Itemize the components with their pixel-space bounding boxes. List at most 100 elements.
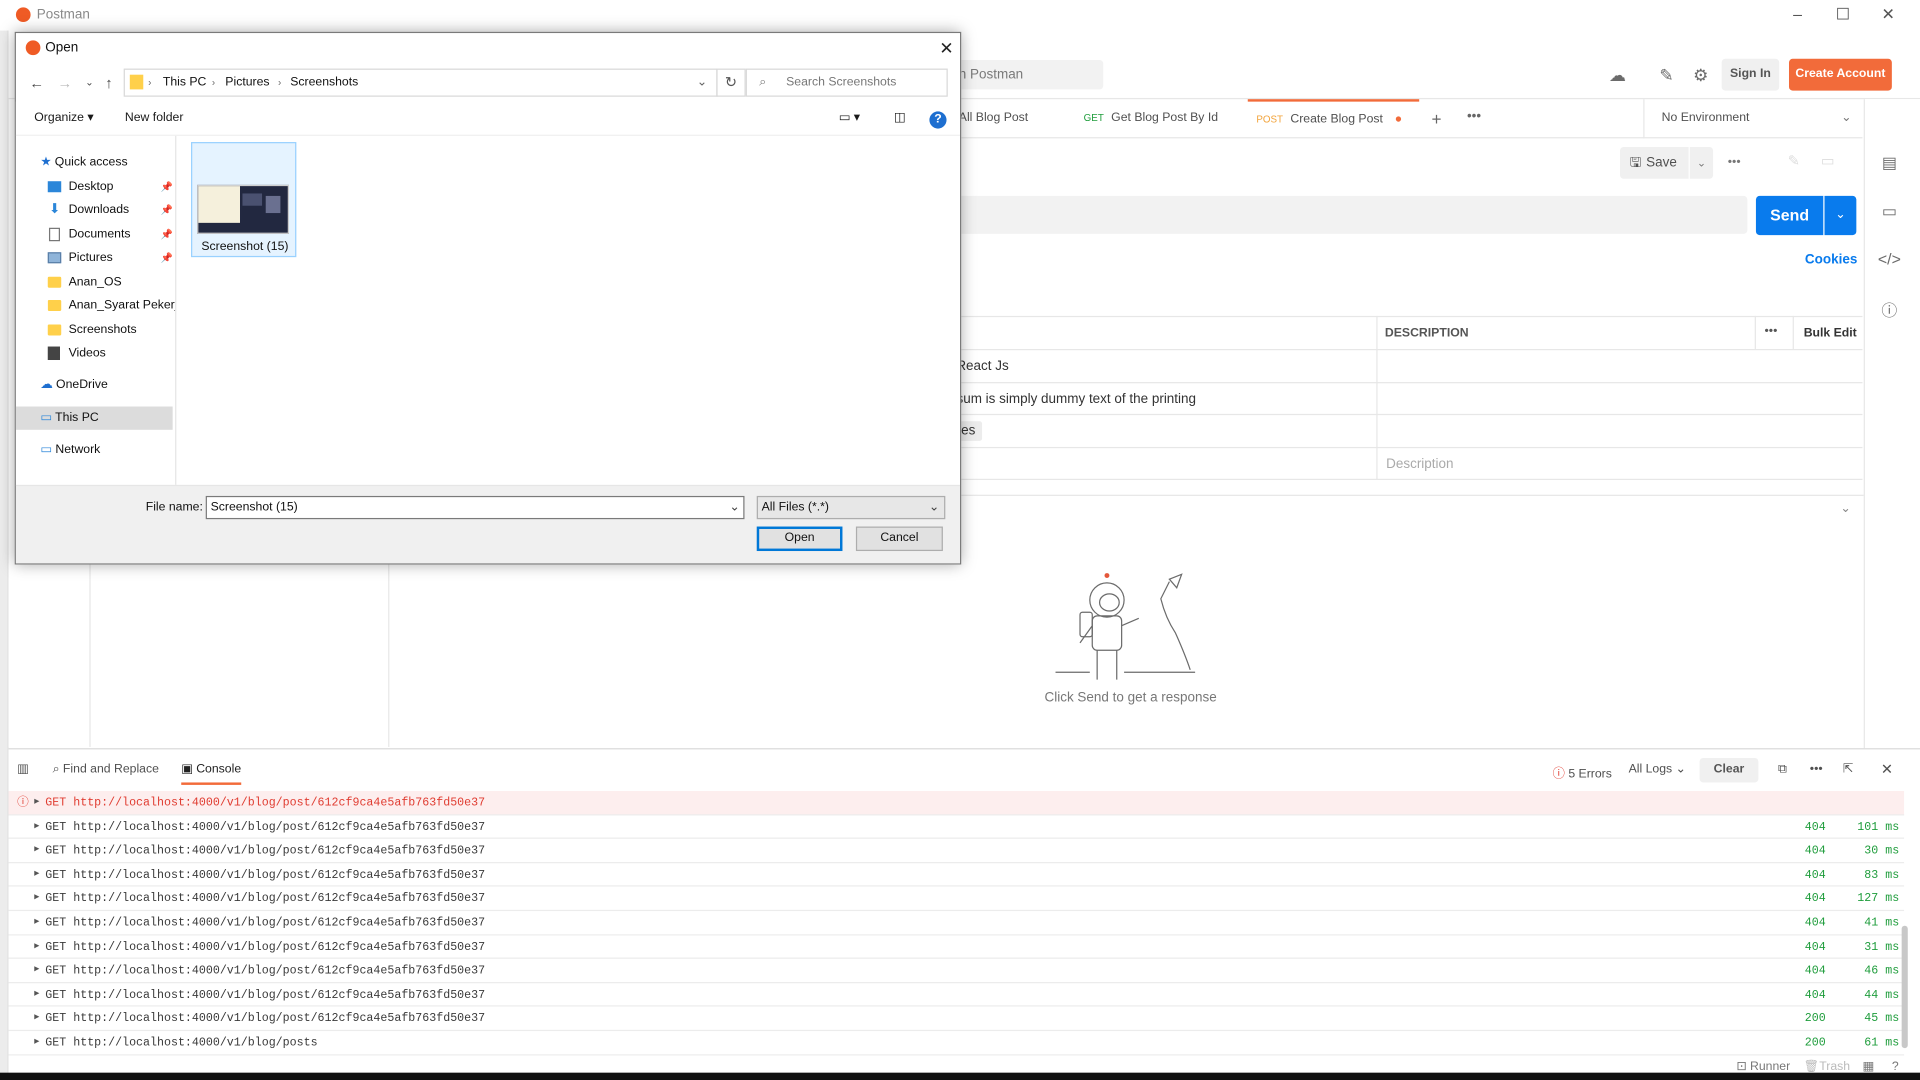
sign-in-button[interactable]: Sign In xyxy=(1721,58,1780,91)
nav-screenshots[interactable]: Screenshots xyxy=(47,318,137,341)
open-button[interactable]: Open xyxy=(756,526,843,552)
errors-count[interactable]: ⓘ 5 Errors xyxy=(1553,763,1612,781)
console-log-row[interactable]: ▶ GET http://localhost:4000/v1/blog/post/… xyxy=(8,887,1905,912)
search-screenshots-input[interactable]: ⌕ Search Screenshots xyxy=(745,68,948,97)
tab-create-blog-post[interactable]: POST Create Blog Post ● xyxy=(1247,99,1420,138)
expand-arrow-icon[interactable]: ▶ xyxy=(34,959,39,982)
find-replace-tab[interactable]: ⌕ Find and Replace xyxy=(53,763,159,776)
expand-arrow-icon[interactable]: ▶ xyxy=(34,911,39,934)
maximize-icon[interactable]: ☐ xyxy=(1831,4,1855,26)
file-item[interactable]: Screenshot (15) xyxy=(191,142,297,258)
cookies-link[interactable]: Cookies xyxy=(1805,252,1857,267)
satellite-icon[interactable]: ✎ xyxy=(1653,61,1680,88)
console-log-row[interactable]: ▶ GET http://localhost:4000/v1/blog/post/… xyxy=(8,863,1905,888)
expand-arrow-icon[interactable]: ▶ xyxy=(34,791,39,814)
nav-this-pc[interactable]: ▭ This PC xyxy=(15,406,173,430)
settings-gear-icon[interactable]: ⚙ xyxy=(1687,61,1714,88)
sync-cloud-icon[interactable]: ☁ xyxy=(1604,61,1631,88)
popout-icon[interactable]: ⇱ xyxy=(1843,763,1853,776)
cancel-button[interactable]: Cancel xyxy=(855,526,943,552)
close-console-icon[interactable]: ✕ xyxy=(1881,760,1893,777)
log-filter-dropdown[interactable]: All Logs ⌄ xyxy=(1629,763,1686,776)
expand-arrow-icon[interactable]: ▶ xyxy=(34,887,39,910)
collapse-chevron-icon[interactable]: ⌄ xyxy=(1840,502,1850,515)
console-log-row[interactable]: ⓘ ▶ GET http://localhost:4000/v1/blog/post… xyxy=(8,791,1905,816)
console-log-row[interactable]: ▶ GET http://localhost:4000/v1/blog/post/… xyxy=(8,839,1905,864)
help-icon[interactable]: ? xyxy=(929,111,947,129)
nav-downloads[interactable]: ⬇ Downloads 📌 xyxy=(48,198,173,221)
breadcrumb-this-pc[interactable]: This PC xyxy=(163,70,207,96)
send-dropdown-icon[interactable]: ⌄ xyxy=(1824,195,1857,236)
code-icon[interactable]: </> xyxy=(1865,250,1914,268)
copy-icon[interactable]: ⧉ xyxy=(1778,763,1787,776)
tab-all-blog-post[interactable]: All Blog Post xyxy=(959,99,1028,138)
nav-onedrive[interactable]: ☁ OneDrive xyxy=(40,373,107,396)
bulk-edit-button[interactable]: Bulk Edit xyxy=(1804,327,1857,340)
more-tabs-icon[interactable]: ••• xyxy=(1467,109,1481,124)
nav-network[interactable]: ▭ Network xyxy=(40,438,100,461)
organize-menu[interactable]: Organize ▾ xyxy=(34,111,93,124)
nav-anan-os[interactable]: Anan_OS xyxy=(47,271,122,294)
search-postman-input[interactable]: h Postman xyxy=(948,60,1104,90)
minimize-icon[interactable]: – xyxy=(1785,4,1809,26)
comment-icon[interactable]: ▭ xyxy=(1821,152,1835,169)
breadcrumb-pictures[interactable]: Pictures xyxy=(225,70,269,96)
nav-desktop[interactable]: Desktop 📌 xyxy=(47,175,173,198)
view-options-icon[interactable]: ▭ ▾ xyxy=(839,111,860,124)
toggle-sidebar-icon[interactable]: ▥ xyxy=(17,763,29,776)
close-window-icon[interactable]: ✕ xyxy=(1876,4,1900,26)
console-log-row[interactable]: ▶ GET http://localhost:4000/v1/blog/post/… xyxy=(8,983,1905,1008)
nav-quick-access[interactable]: ★ Quick access xyxy=(40,151,127,174)
expand-arrow-icon[interactable]: ▶ xyxy=(34,1007,39,1030)
clear-button[interactable]: Clear xyxy=(1699,757,1759,783)
comments-icon[interactable]: ▭ xyxy=(1865,202,1914,222)
edit-pencil-icon[interactable]: ✎ xyxy=(1788,152,1800,169)
nav-anan-syarat[interactable]: Anan_Syarat Pekerja xyxy=(47,294,175,317)
documentation-icon[interactable]: ▤ xyxy=(1865,153,1914,173)
recent-locations-icon[interactable]: ⌄ xyxy=(80,73,100,93)
console-more-icon[interactable]: ••• xyxy=(1810,763,1823,776)
nav-documents[interactable]: Documents 📌 xyxy=(48,223,173,246)
expand-arrow-icon[interactable]: ▶ xyxy=(34,983,39,1006)
dialog-close-icon[interactable]: ✕ xyxy=(934,36,958,60)
new-tab-plus-icon[interactable]: + xyxy=(1431,109,1441,129)
description-placeholder[interactable]: Description xyxy=(1386,457,1453,472)
expand-arrow-icon[interactable]: ▶ xyxy=(34,839,39,862)
expand-arrow-icon[interactable]: ▶ xyxy=(34,863,39,886)
back-arrow-icon[interactable]: ← xyxy=(27,73,47,93)
console-log-row[interactable]: ▶ GET http://localhost:4000/v1/blog/post/… xyxy=(8,911,1905,936)
nav-pictures[interactable]: Pictures 📌 xyxy=(47,246,173,269)
new-folder-button[interactable]: New folder xyxy=(125,111,184,124)
preview-pane-icon[interactable]: ◫ xyxy=(894,111,906,124)
chevron-down-icon[interactable]: ⌄ xyxy=(729,497,739,518)
expand-arrow-icon[interactable]: ▶ xyxy=(34,815,39,838)
console-log-row[interactable]: ▶ GET http://localhost:4000/v1/blog/post/… xyxy=(8,815,1905,840)
address-dropdown-icon[interactable]: ⌄ xyxy=(697,70,707,96)
environment-select[interactable]: No Environment ⌄ xyxy=(1643,99,1863,139)
file-name-input[interactable]: Screenshot (15) ⌄ xyxy=(205,495,745,520)
send-button[interactable]: Send xyxy=(1755,195,1824,236)
console-log-row[interactable]: ▶ GET http://localhost:4000/v1/blog/post/… xyxy=(8,935,1905,960)
create-account-button[interactable]: Create Account xyxy=(1788,58,1892,91)
column-options-icon[interactable]: ••• xyxy=(1765,324,1778,337)
param-value-cell[interactable]: psum is simply dummy text of the printin… xyxy=(949,392,1196,407)
info-icon[interactable]: ⓘ xyxy=(1865,298,1914,321)
save-dropdown-button[interactable]: ⌄ xyxy=(1689,146,1714,179)
up-arrow-icon[interactable]: ↑ xyxy=(99,73,119,93)
more-options-icon[interactable]: ••• xyxy=(1728,156,1741,169)
forward-arrow-icon[interactable]: → xyxy=(55,73,75,93)
save-button[interactable]: 🖫 Save xyxy=(1620,146,1689,179)
console-log-row[interactable]: ▶ GET http://localhost:4000/v1/blog/post/… xyxy=(8,1007,1905,1032)
pane-divider[interactable] xyxy=(175,135,177,485)
tab-get-blog-post-by-id[interactable]: GET Get Blog Post By Id xyxy=(1084,99,1218,138)
file-type-select[interactable]: All Files (*.*) ⌄ xyxy=(756,495,946,520)
expand-arrow-icon[interactable]: ▶ xyxy=(34,935,39,958)
console-tab[interactable]: ▣ Console xyxy=(181,763,242,785)
param-value-cell[interactable]: React Js xyxy=(956,359,1008,374)
breadcrumb-screenshots[interactable]: Screenshots xyxy=(290,70,358,96)
console-scrollbar[interactable] xyxy=(1901,925,1908,1049)
refresh-icon[interactable]: ↻ xyxy=(716,68,746,97)
address-bar[interactable]: › This PC › Pictures › Screenshots ⌄ xyxy=(123,68,718,97)
nav-videos[interactable]: Videos xyxy=(47,342,106,365)
url-input[interactable] xyxy=(948,195,1748,234)
